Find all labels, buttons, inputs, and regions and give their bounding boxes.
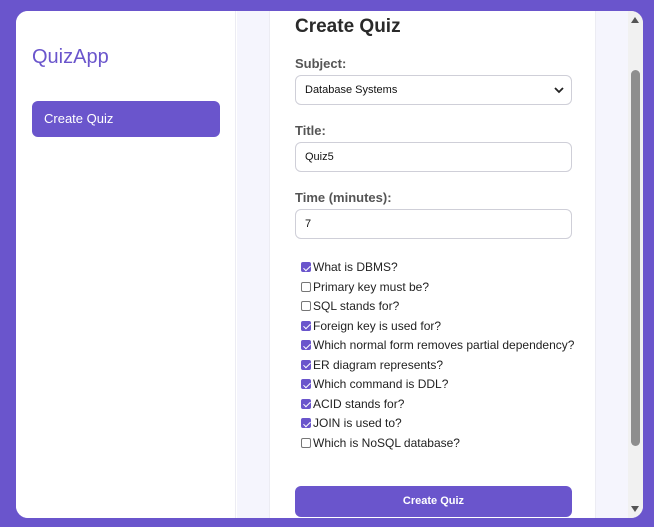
question-text: Which normal form removes partial depend… <box>313 338 575 352</box>
question-checkbox[interactable] <box>301 418 311 428</box>
question-item[interactable]: ACID stands for? <box>297 396 577 413</box>
question-item[interactable]: What is DBMS? <box>297 259 577 276</box>
question-checkbox[interactable] <box>301 437 311 448</box>
question-checkbox[interactable] <box>301 379 311 389</box>
title-input[interactable]: Quiz5 <box>295 142 572 172</box>
title-label: Title: <box>295 123 326 138</box>
question-item[interactable]: Which is NoSQL database? <box>297 435 577 452</box>
question-text: What is DBMS? <box>313 260 398 274</box>
scroll-down-icon[interactable] <box>631 506 639 512</box>
scrollbar[interactable] <box>628 11 643 518</box>
question-checkbox[interactable] <box>301 301 311 311</box>
question-checkbox[interactable] <box>301 281 311 292</box>
question-text: Primary key must be? <box>313 279 430 294</box>
question-item[interactable]: Which command is DDL? <box>297 376 577 393</box>
question-checkbox[interactable] <box>301 398 311 409</box>
question-checkbox[interactable] <box>301 359 311 370</box>
chevron-down-icon <box>554 87 564 94</box>
question-text: ACID stands for? <box>313 396 405 411</box>
question-checkbox[interactable] <box>301 320 311 331</box>
subject-value: Database Systems <box>305 84 398 96</box>
question-item[interactable]: JOIN is used to? <box>297 415 577 432</box>
create-quiz-form: Create Quiz Subject: Database Systems Ti… <box>269 11 596 518</box>
sidebar: QuizApp Create Quiz <box>16 11 236 518</box>
question-item[interactable]: ER diagram represents? <box>297 357 577 374</box>
question-item[interactable]: Which normal form removes partial depend… <box>297 337 577 354</box>
main-area: Create Quiz Subject: Database Systems Ti… <box>237 11 628 518</box>
question-checkbox[interactable] <box>301 340 311 350</box>
question-list: What is DBMS? Primary key must be? SQL s… <box>297 259 577 454</box>
question-item[interactable]: Primary key must be? <box>297 279 577 296</box>
subject-label: Subject: <box>295 56 347 71</box>
app-logo: QuizApp <box>32 46 109 68</box>
question-text: Foreign key is used for? <box>313 318 442 333</box>
scrollbar-thumb[interactable] <box>631 70 640 446</box>
subject-select[interactable]: Database Systems <box>295 75 572 105</box>
sidebar-item-create-quiz[interactable]: Create Quiz <box>32 101 220 137</box>
scroll-up-icon[interactable] <box>631 17 639 23</box>
question-text: ER diagram represents? <box>313 357 444 372</box>
time-input[interactable]: 7 <box>295 209 572 239</box>
app-window: QuizApp Create Quiz Create Quiz Subject:… <box>16 11 643 518</box>
question-text: JOIN is used to? <box>313 416 402 430</box>
question-text: SQL stands for? <box>313 299 400 313</box>
time-label: Time (minutes): <box>295 190 392 205</box>
question-item[interactable]: SQL stands for? <box>297 298 577 315</box>
question-item[interactable]: Foreign key is used for? <box>297 318 577 335</box>
question-text: Which is NoSQL database? <box>313 435 460 450</box>
page-title: Create Quiz <box>295 16 401 37</box>
question-checkbox[interactable] <box>301 262 311 272</box>
create-quiz-button[interactable]: Create Quiz <box>295 486 572 517</box>
question-text: Which command is DDL? <box>313 377 449 391</box>
